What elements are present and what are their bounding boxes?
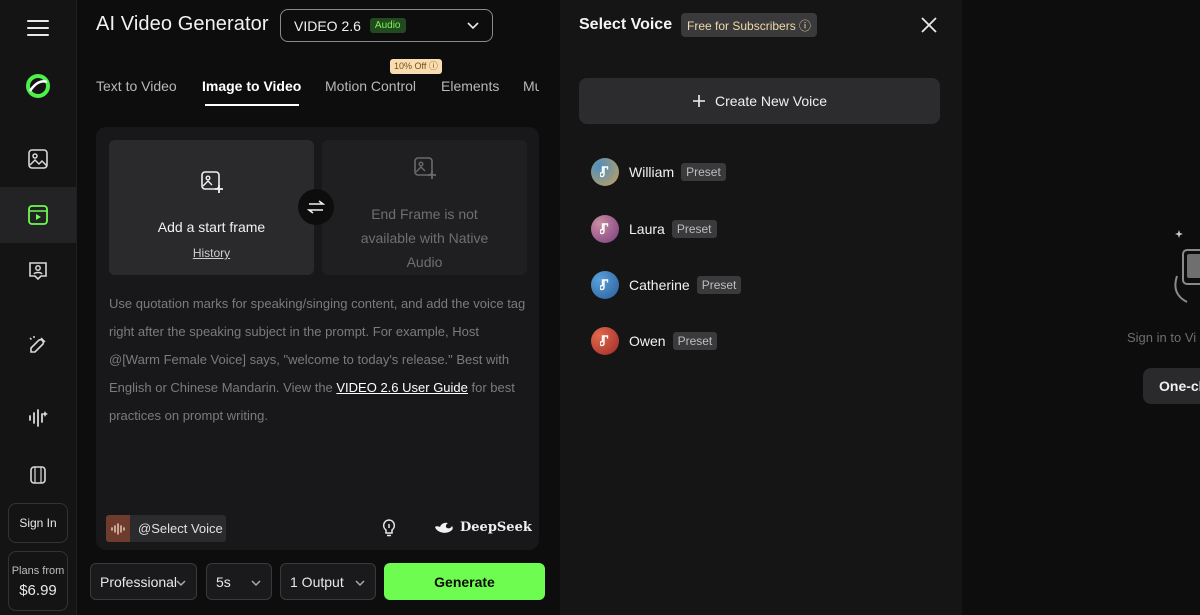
chevron-down-icon xyxy=(251,580,261,587)
chevron-down-icon xyxy=(467,22,479,30)
sidebar-item-assets[interactable] xyxy=(0,447,76,503)
music-note-icon xyxy=(591,158,619,186)
audio-icon xyxy=(29,409,48,427)
active-tab-indicator xyxy=(205,104,299,106)
music-note-icon xyxy=(591,215,619,243)
preview-sign-in-text: Sign in to Vi xyxy=(1127,330,1197,345)
add-image-icon xyxy=(200,171,223,193)
user-guide-link[interactable]: VIDEO 2.6 User Guide xyxy=(336,380,468,395)
plans-price: $6.99 xyxy=(19,582,57,599)
assets-icon xyxy=(30,466,46,484)
avatar-icon xyxy=(29,262,47,281)
video-icon xyxy=(28,205,48,225)
duration-value: 5s xyxy=(216,573,231,590)
start-frame-title: Add a start frame xyxy=(157,219,266,235)
plans-button[interactable]: Plans from $6.99 xyxy=(8,551,68,611)
lightbulb-icon[interactable] xyxy=(381,519,397,537)
voice-item-laura[interactable]: Laura Preset xyxy=(591,215,717,243)
preset-badge: Preset xyxy=(672,332,718,350)
select-voice-label: @Select Voice xyxy=(138,521,223,536)
image-icon xyxy=(28,149,48,169)
history-link[interactable]: History xyxy=(109,246,314,260)
tab-text-to-video[interactable]: Text to Video xyxy=(96,78,177,94)
music-note-icon xyxy=(591,327,619,355)
sidebar-sign-in-button[interactable]: Sign In xyxy=(8,503,68,543)
voice-name: William xyxy=(629,164,675,180)
output-count-dropdown[interactable]: 1 Output xyxy=(280,563,376,600)
add-image-icon xyxy=(413,157,436,179)
preset-badge: Preset xyxy=(671,220,717,238)
voice-item-owen[interactable]: Owen Preset xyxy=(591,327,718,355)
input-card: Add a start frame History End Frame is n… xyxy=(96,127,539,550)
preset-badge: Preset xyxy=(681,163,726,181)
sidebar-item-avatar[interactable] xyxy=(0,243,76,299)
voice-name: Catherine xyxy=(629,277,690,293)
mode-dropdown[interactable]: Professional xyxy=(90,563,197,600)
plus-icon xyxy=(692,95,705,107)
logo-button[interactable] xyxy=(0,58,76,114)
waveform-icon xyxy=(106,515,130,542)
deepseek-toggle[interactable]: DeepSeek xyxy=(434,520,532,535)
swap-icon xyxy=(307,200,325,214)
menu-icon xyxy=(27,20,49,36)
whale-icon xyxy=(435,522,453,533)
create-new-voice-button[interactable]: Create New Voice xyxy=(579,78,940,124)
illustration-icon xyxy=(1174,230,1200,303)
select-voice-panel: Select Voice Free for Subscribers ⓘ Crea… xyxy=(560,0,962,615)
menu-button[interactable] xyxy=(0,0,76,56)
sidebar-item-image[interactable] xyxy=(0,131,76,187)
left-sidebar: Sign In Plans from $6.99 xyxy=(0,0,77,615)
duration-dropdown[interactable]: 5s xyxy=(206,563,272,600)
tab-more[interactable]: Mu xyxy=(523,78,539,94)
select-voice-chip[interactable]: @Select Voice xyxy=(106,515,226,542)
voice-panel-title: Select Voice xyxy=(579,16,673,33)
chevron-down-icon xyxy=(176,580,186,587)
deepseek-label: DeepSeek xyxy=(460,520,532,535)
sidebar-item-video[interactable] xyxy=(0,187,76,243)
swap-frames-button[interactable] xyxy=(298,189,334,225)
logo-icon xyxy=(26,74,50,98)
audio-badge: Audio xyxy=(369,18,406,33)
voice-name: Laura xyxy=(629,221,665,237)
generate-button[interactable]: Generate xyxy=(384,563,545,600)
free-for-subscribers-badge: Free for Subscribers ⓘ xyxy=(681,13,818,37)
sidebar-item-effects[interactable] xyxy=(0,317,76,373)
mode-value: Professional xyxy=(100,573,178,590)
tab-elements[interactable]: Elements xyxy=(441,78,499,94)
plans-label: Plans from xyxy=(11,565,65,577)
voice-item-william[interactable]: William Preset xyxy=(591,158,726,186)
end-frame-message: End Frame is not available with Native A… xyxy=(360,206,489,270)
page-title: AI Video Generator xyxy=(96,13,269,35)
preset-badge: Preset xyxy=(696,276,742,294)
effects-icon xyxy=(29,336,46,353)
mode-tabs: Text to Video Image to Video Motion Cont… xyxy=(96,78,539,108)
preview-area: Sign in to Vi One-cl xyxy=(962,0,1200,615)
tab-motion-control[interactable]: Motion Control xyxy=(325,78,416,94)
end-frame-upload: End Frame is not available with Native A… xyxy=(322,140,527,275)
one-click-button[interactable]: One-cl xyxy=(1143,368,1200,404)
close-icon[interactable] xyxy=(921,17,937,33)
model-name: VIDEO 2.6 xyxy=(294,17,361,34)
start-frame-upload[interactable]: Add a start frame History xyxy=(109,140,314,275)
sidebar-item-audio[interactable] xyxy=(0,390,76,446)
tab-image-to-video[interactable]: Image to Video xyxy=(202,78,301,94)
chevron-down-icon xyxy=(355,580,365,587)
music-note-icon xyxy=(591,271,619,299)
output-count-value: 1 Output xyxy=(290,573,344,590)
discount-badge: 10% Off ⓘ xyxy=(390,59,442,74)
create-new-voice-label: Create New Voice xyxy=(714,93,828,109)
model-select[interactable]: VIDEO 2.6 Audio xyxy=(280,9,493,42)
voice-name: Owen xyxy=(629,333,666,349)
voice-item-catherine[interactable]: Catherine Preset xyxy=(591,271,742,299)
prompt-input[interactable]: Use quotation marks for speaking/singing… xyxy=(109,290,527,430)
